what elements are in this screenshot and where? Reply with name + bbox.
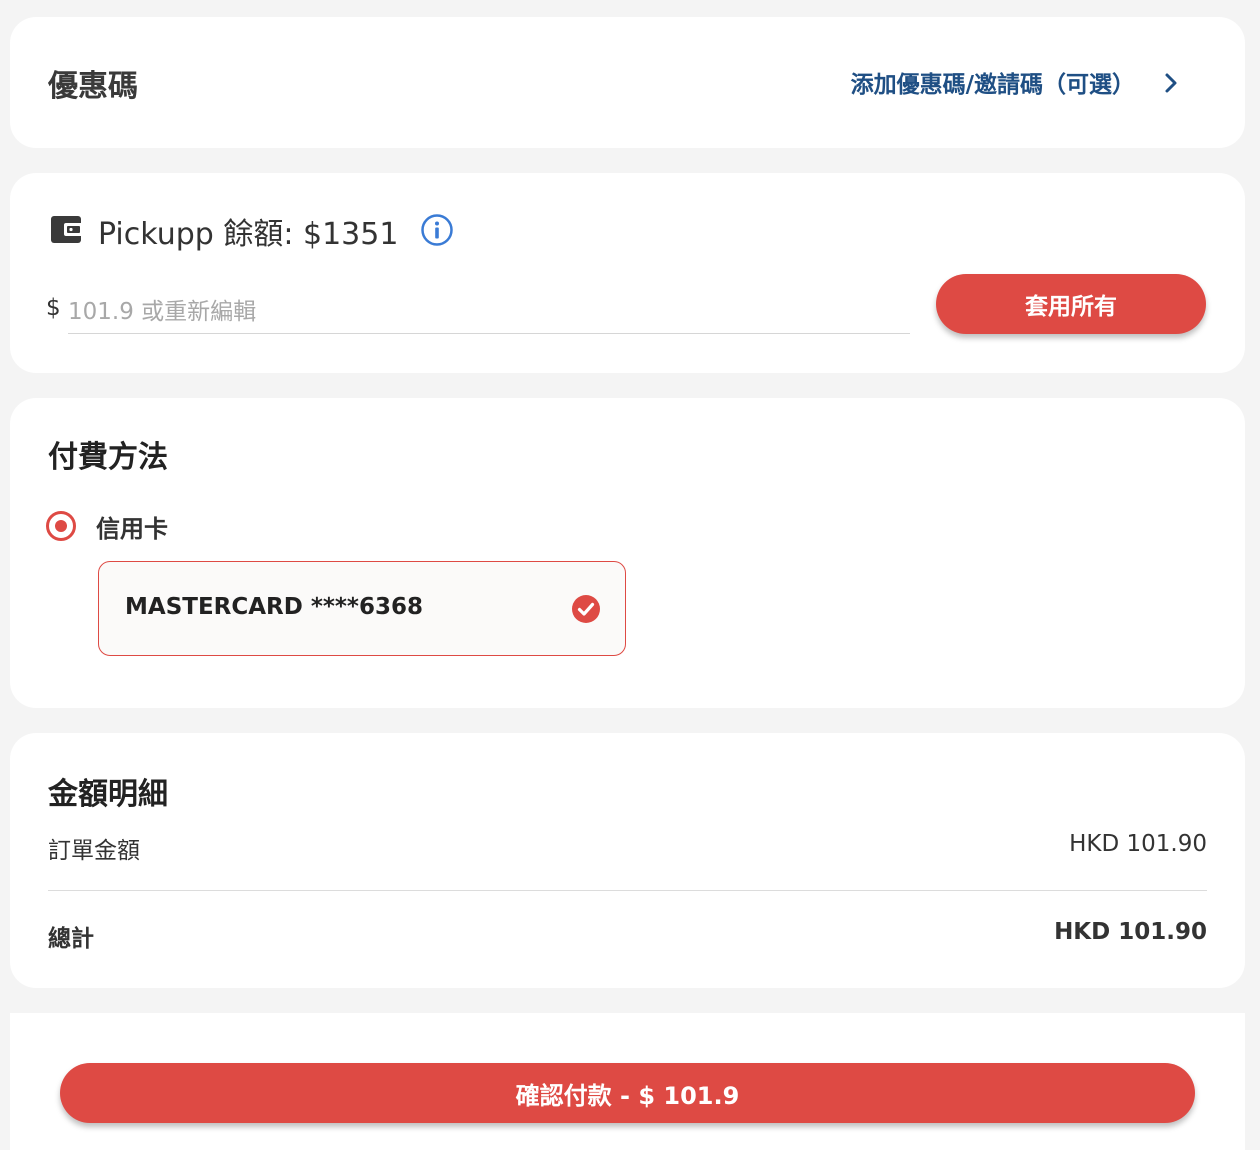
info-icon[interactable] <box>420 213 454 247</box>
payment-method-card: 付費方法 信用卡 MASTERCARD ****6368 <box>10 398 1245 708</box>
balance-card: Pickupp 餘額: $1351 $ 套用所有 <box>10 173 1245 373</box>
order-amount-label: 訂單金額 <box>48 838 140 864</box>
add-promo-code-link[interactable]: 添加優惠碼/邀請碼（可選） <box>851 65 1135 99</box>
balance-label: Pickupp 餘額: $1351 <box>98 217 399 252</box>
bottom-action-bar: 確認付款 - $ 101.9 <box>10 1013 1245 1150</box>
balance-amount-input[interactable] <box>68 291 910 334</box>
details-divider <box>48 890 1207 891</box>
saved-card-option[interactable]: MASTERCARD ****6368 <box>98 561 626 656</box>
total-value: HKD 101.90 <box>1054 919 1207 945</box>
check-circle-icon <box>572 595 600 623</box>
add-promo-code-label: 添加優惠碼/邀請碼（可選） <box>850 72 1135 98</box>
currency-symbol: $ <box>46 295 61 321</box>
amount-details-card: 金額明細 訂單金額 HKD 101.90 總計 HKD 101.90 <box>10 733 1245 988</box>
apply-all-button[interactable]: 套用所有 <box>936 274 1206 334</box>
promo-code-card: 優惠碼 添加優惠碼/邀請碼（可選） <box>10 17 1245 148</box>
promo-code-title: 優惠碼 <box>48 69 138 104</box>
total-label: 總計 <box>48 926 94 952</box>
amount-details-title: 金額明細 <box>48 777 168 812</box>
credit-card-radio-label[interactable]: 信用卡 <box>96 509 168 544</box>
wallet-icon <box>51 216 83 243</box>
saved-card-label: MASTERCARD ****6368 <box>125 594 423 620</box>
balance-amount-row: $ <box>46 291 912 335</box>
credit-card-radio[interactable] <box>46 511 76 541</box>
payment-method-title: 付費方法 <box>48 440 168 475</box>
order-amount-value: HKD 101.90 <box>1069 831 1207 857</box>
confirm-payment-button[interactable]: 確認付款 - $ 101.9 <box>60 1063 1195 1123</box>
chevron-right-icon[interactable] <box>1159 71 1183 95</box>
